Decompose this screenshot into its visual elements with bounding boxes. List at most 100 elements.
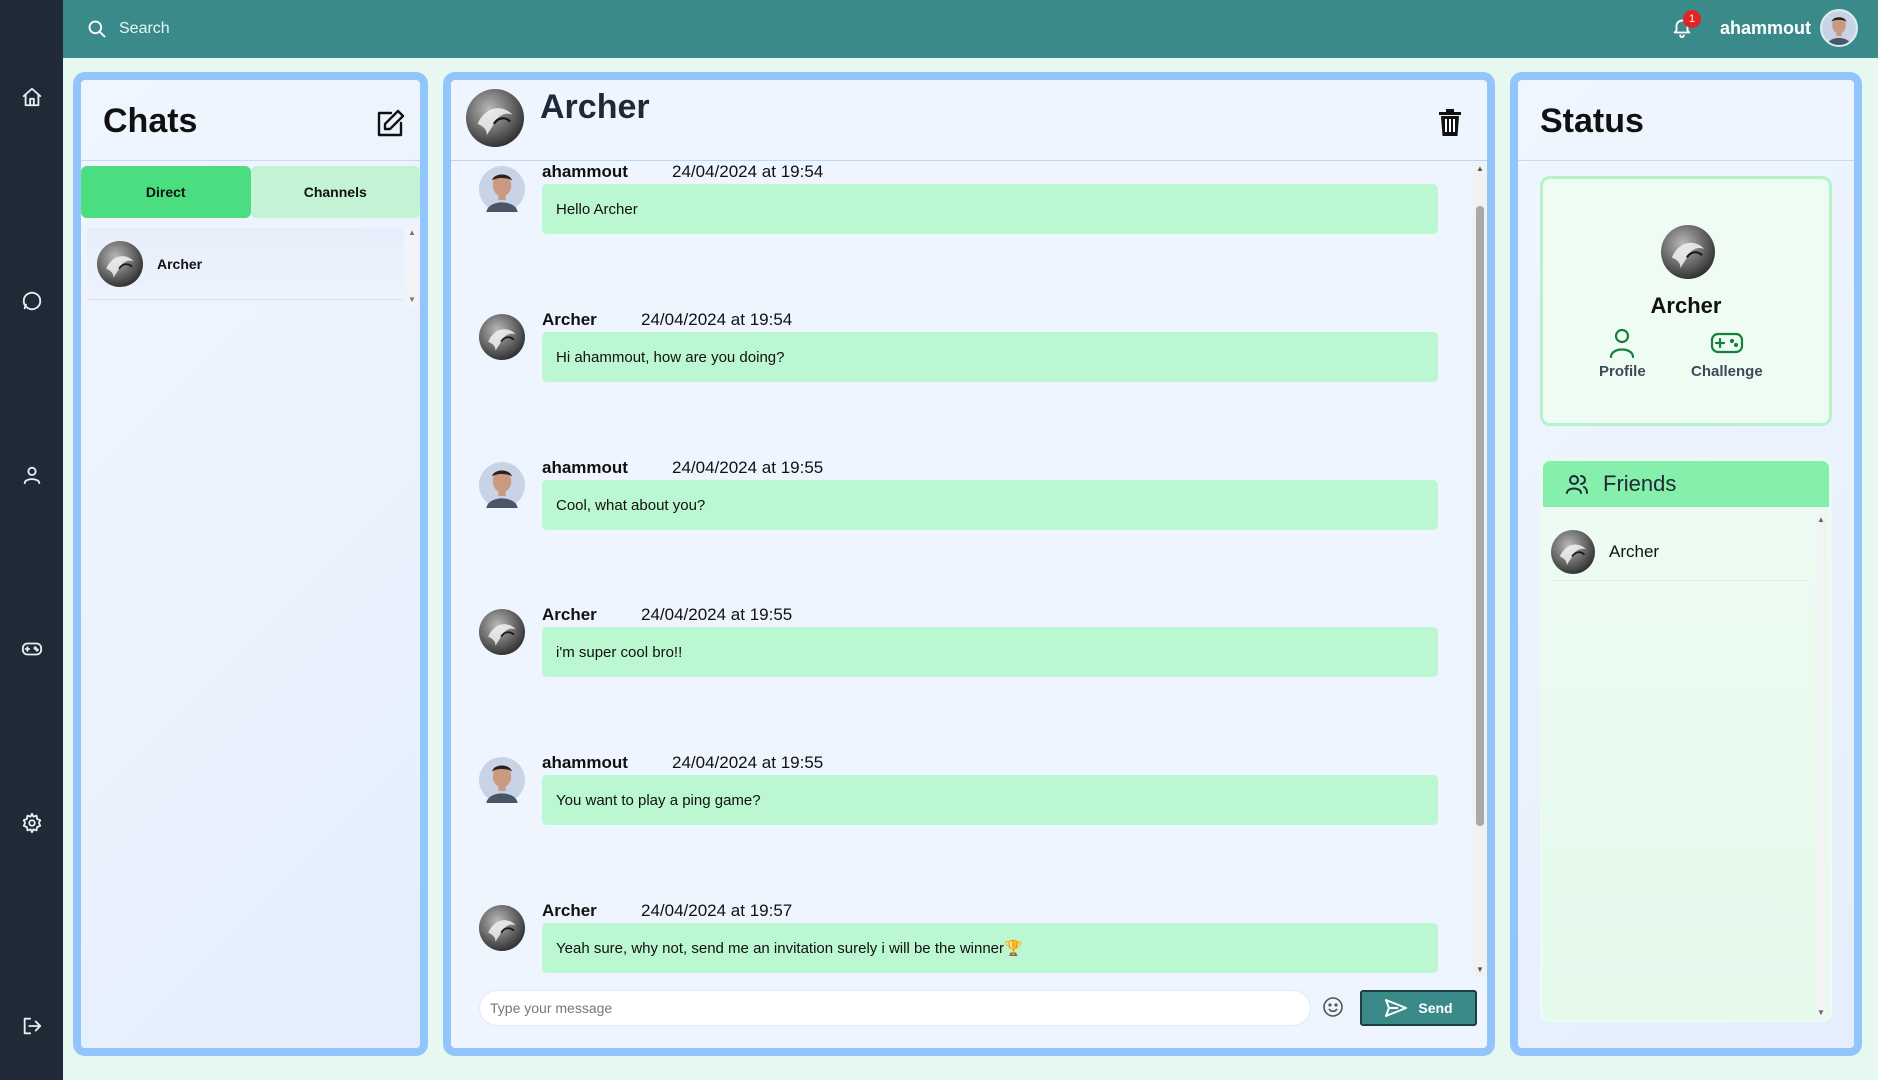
divider — [451, 160, 1487, 161]
message-input[interactable] — [480, 1000, 1310, 1016]
message-time: 24/04/2024 at 19:55 — [672, 458, 824, 477]
chat-tabs: Direct Channels — [81, 166, 420, 218]
message-time: 24/04/2024 at 19:57 — [641, 901, 793, 920]
scroll-up-icon[interactable]: ▲ — [408, 228, 416, 237]
avatar — [479, 462, 525, 508]
message-author: Archer — [542, 310, 597, 329]
scroll-down-icon[interactable]: ▼ — [408, 295, 416, 304]
chat-list-item[interactable]: Archer — [87, 228, 403, 300]
trash-icon — [1439, 109, 1461, 136]
chat-icon[interactable] — [17, 286, 47, 316]
avatar — [479, 609, 525, 655]
avatar — [479, 166, 525, 212]
scrollbar-thumb[interactable] — [1476, 206, 1484, 826]
friends-title: Friends — [1603, 471, 1677, 496]
sidebar — [0, 0, 63, 1080]
message-time: 24/04/2024 at 19:55 — [672, 753, 824, 772]
logout-icon[interactable] — [17, 1011, 47, 1041]
avatar — [479, 905, 525, 951]
status-title: Status — [1540, 102, 1644, 140]
user-icon[interactable] — [17, 460, 47, 490]
search-bar — [87, 14, 387, 44]
message-author: Archer — [542, 605, 597, 624]
chat-name: Archer — [157, 255, 203, 272]
emoji-button[interactable] — [1321, 995, 1345, 1019]
divider — [1518, 160, 1854, 161]
notification-badge: 1 — [1683, 10, 1701, 28]
avatar — [1551, 530, 1595, 574]
friend-name: Archer — [1609, 541, 1660, 561]
message-bubble: You want to play a ping game? — [542, 775, 1438, 825]
message: Archer 24/04/2024 at 19:57 Yeah sure, wh… — [479, 901, 1439, 976]
avatar[interactable] — [1820, 9, 1858, 47]
profile-button[interactable]: Profile — [1599, 327, 1646, 380]
send-icon — [1385, 999, 1408, 1017]
message-bubble: Hi ahammout, how are you doing? — [542, 332, 1438, 382]
status-card: Archer Profile Challenge — [1540, 176, 1832, 426]
message-bubble: Cool, what about you? — [542, 480, 1438, 530]
scrollbar[interactable]: ▲ ▼ — [406, 226, 418, 306]
message-time: 24/04/2024 at 19:54 — [672, 162, 824, 181]
message-author: ahammout — [542, 753, 628, 772]
search-input[interactable] — [119, 20, 369, 38]
message: ahammout 24/04/2024 at 19:55 Cool, what … — [479, 458, 1439, 578]
scroll-down-icon[interactable]: ▼ — [1817, 1008, 1825, 1017]
challenge-button[interactable]: Challenge — [1691, 327, 1763, 380]
message: ahammout 24/04/2024 at 19:55 You want to… — [479, 753, 1439, 873]
tab-channels[interactable]: Channels — [250, 166, 420, 218]
status-name: Archer — [1650, 293, 1722, 318]
scrollbar[interactable]: ▲ ▼ — [1473, 162, 1487, 976]
message-time: 24/04/2024 at 19:55 — [641, 605, 793, 624]
avatar — [479, 757, 525, 803]
new-chat-button[interactable] — [374, 108, 406, 140]
avatar — [1661, 225, 1715, 279]
emoji-icon — [1323, 997, 1343, 1017]
gamepad-icon[interactable] — [17, 634, 47, 664]
home-icon[interactable] — [17, 82, 47, 112]
friends-header: Friends — [1543, 461, 1829, 507]
profile-label: Profile — [1599, 363, 1646, 380]
chats-panel: Chats Direct Channels Archer ▲ ▼ — [73, 72, 428, 1056]
gamepad-icon — [1710, 332, 1743, 354]
message-list: ahammout 24/04/2024 at 19:54 Hello Arche… — [451, 162, 1487, 976]
tab-direct[interactable]: Direct — [81, 166, 251, 218]
avatar — [97, 241, 143, 287]
chat-list: Archer ▲ ▼ — [81, 222, 420, 306]
message: Archer 24/04/2024 at 19:54 Hi ahammout, … — [479, 310, 1439, 430]
friend-list-item[interactable]: Archer — [1551, 523, 1807, 581]
message: ahammout 24/04/2024 at 19:54 Hello Arche… — [479, 162, 1439, 282]
divider — [81, 160, 420, 161]
message-input-wrapper — [479, 990, 1311, 1026]
chats-title: Chats — [103, 102, 198, 140]
scroll-down-icon[interactable]: ▼ — [1476, 965, 1484, 974]
friends-card: Friends Archer ▲ ▼ — [1540, 458, 1832, 1022]
conversation-panel: Archer ahammout 24/04/2024 at 19:54 Hell… — [443, 72, 1495, 1056]
send-button[interactable]: Send — [1360, 990, 1477, 1026]
send-label: Send — [1418, 1000, 1453, 1016]
scroll-up-icon[interactable]: ▲ — [1476, 164, 1484, 173]
message-author: Archer — [542, 901, 597, 920]
conversation-title: Archer — [540, 88, 650, 126]
message-bubble: i'm super cool bro!! — [542, 627, 1438, 677]
challenge-label: Challenge — [1691, 363, 1763, 380]
message-author: ahammout — [542, 162, 628, 181]
username-label: ahammout — [1720, 18, 1812, 38]
avatar — [479, 314, 525, 360]
avatar — [466, 89, 524, 147]
top-bar: 1 ahammout — [63, 0, 1878, 58]
scroll-up-icon[interactable]: ▲ — [1817, 515, 1825, 524]
scrollbar[interactable]: ▲ ▼ — [1815, 513, 1827, 1019]
message-bubble: Hello Archer — [542, 184, 1438, 234]
message: Archer 24/04/2024 at 19:55 i'm super coo… — [479, 605, 1439, 725]
gear-icon[interactable] — [17, 808, 47, 838]
message-author: ahammout — [542, 458, 628, 477]
users-icon — [1566, 475, 1588, 494]
search-icon — [88, 20, 106, 38]
compose-icon — [377, 109, 405, 137]
message-time: 24/04/2024 at 19:54 — [641, 310, 793, 329]
notification-button[interactable]: 1 — [1671, 10, 1701, 43]
user-icon — [1610, 328, 1635, 359]
message-bubble: Yeah sure, why not, send me an invitatio… — [542, 923, 1438, 973]
status-panel: Status Archer Profile Challenge Friends … — [1510, 72, 1862, 1056]
delete-chat-button[interactable] — [1437, 108, 1465, 138]
